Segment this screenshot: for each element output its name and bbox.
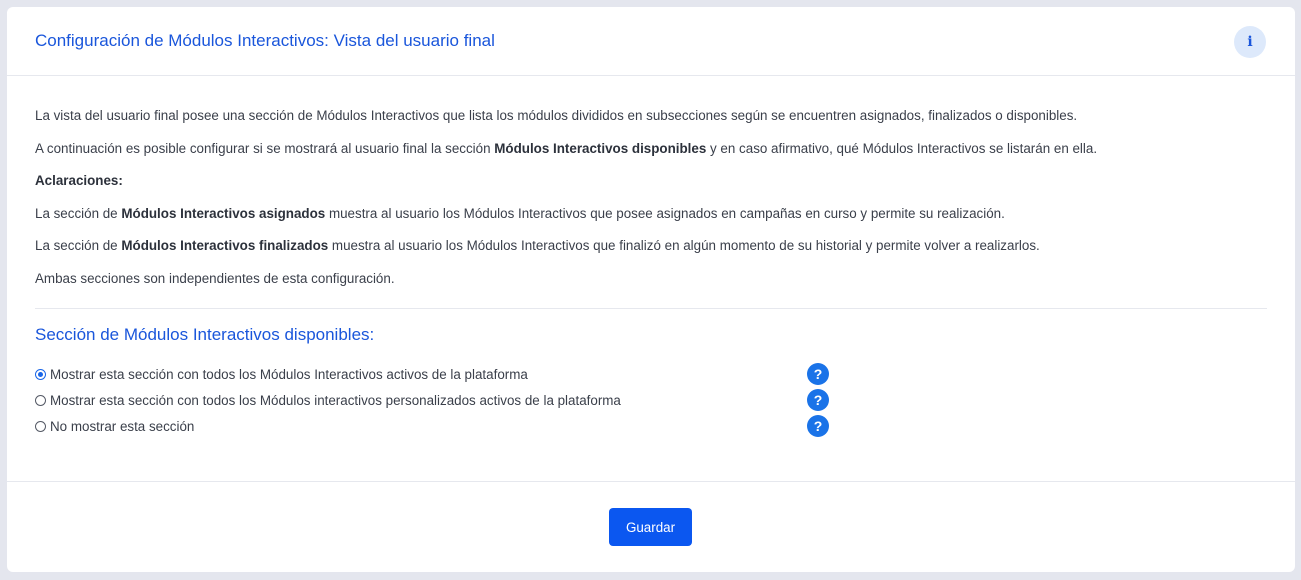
- config-card: Configuración de Módulos Interactivos: V…: [7, 7, 1295, 572]
- help-icon[interactable]: ?: [807, 363, 829, 385]
- intro-p4-text: La sección de: [35, 238, 122, 253]
- intro-paragraph-3: La sección de Módulos Interactivos asign…: [35, 205, 1267, 238]
- intro-paragraph-4: La sección de Módulos Interactivos final…: [35, 237, 1267, 270]
- intro-text: La vista del usuario final posee una sec…: [35, 76, 1267, 302]
- option-label[interactable]: Mostrar esta sección con todos los Módul…: [50, 367, 528, 382]
- intro-p4-bold: Módulos Interactivos finalizados: [121, 238, 329, 253]
- save-button[interactable]: Guardar: [609, 508, 692, 546]
- help-icon[interactable]: ?: [807, 389, 829, 411]
- radio-all-modules[interactable]: [35, 368, 46, 380]
- page-title: Configuración de Módulos Interactivos: V…: [35, 31, 495, 50]
- intro-p3-bold: Módulos Interactivos asignados: [121, 205, 326, 221]
- intro-paragraph-2: A continuación es posible configurar si …: [35, 140, 1267, 173]
- radio-custom-modules[interactable]: [35, 394, 46, 406]
- intro-p2-bold: Módulos Interactivos disponibles: [494, 140, 707, 156]
- option-label[interactable]: No mostrar esta sección: [50, 419, 194, 434]
- info-icon[interactable]: i: [1234, 26, 1266, 58]
- radio-hide-section[interactable]: [35, 420, 46, 432]
- intro-p3-text-end: muestra al usuario los Módulos Interacti…: [325, 205, 1005, 221]
- display-options: Mostrar esta sección con todos los Módul…: [35, 361, 1267, 439]
- intro-p2-text: A continuación es posible configurar si …: [35, 140, 495, 156]
- intro-p2-text-end: y en caso afirmativo, qué Módulos Intera…: [706, 140, 1098, 156]
- divider: [35, 308, 1267, 309]
- card-header: Configuración de Módulos Interactivos: V…: [7, 7, 1295, 76]
- help-icon[interactable]: ?: [807, 415, 829, 437]
- option-custom-modules[interactable]: Mostrar esta sección con todos los Módul…: [35, 387, 1267, 413]
- option-all-modules[interactable]: Mostrar esta sección con todos los Módul…: [35, 361, 1267, 387]
- option-label[interactable]: Mostrar esta sección con todos los Módul…: [50, 393, 621, 408]
- intro-paragraph-5: Ambas secciones son independientes de es…: [35, 270, 395, 286]
- aclaraciones-label: Aclaraciones:: [35, 173, 123, 188]
- option-hide-section[interactable]: No mostrar esta sección ?: [35, 413, 1267, 439]
- aclaraciones-heading: Aclaraciones:: [35, 172, 1267, 205]
- card-body: La vista del usuario final posee una sec…: [7, 76, 1295, 439]
- intro-p3-text: La sección de: [35, 205, 122, 221]
- intro-p4-text-end: muestra al usuario los Módulos Interacti…: [328, 238, 1040, 253]
- section-title: Sección de Módulos Interactivos disponib…: [35, 325, 375, 344]
- intro-paragraph-1: La vista del usuario final posee una sec…: [35, 108, 1078, 123]
- card-footer: Guardar: [7, 481, 1295, 572]
